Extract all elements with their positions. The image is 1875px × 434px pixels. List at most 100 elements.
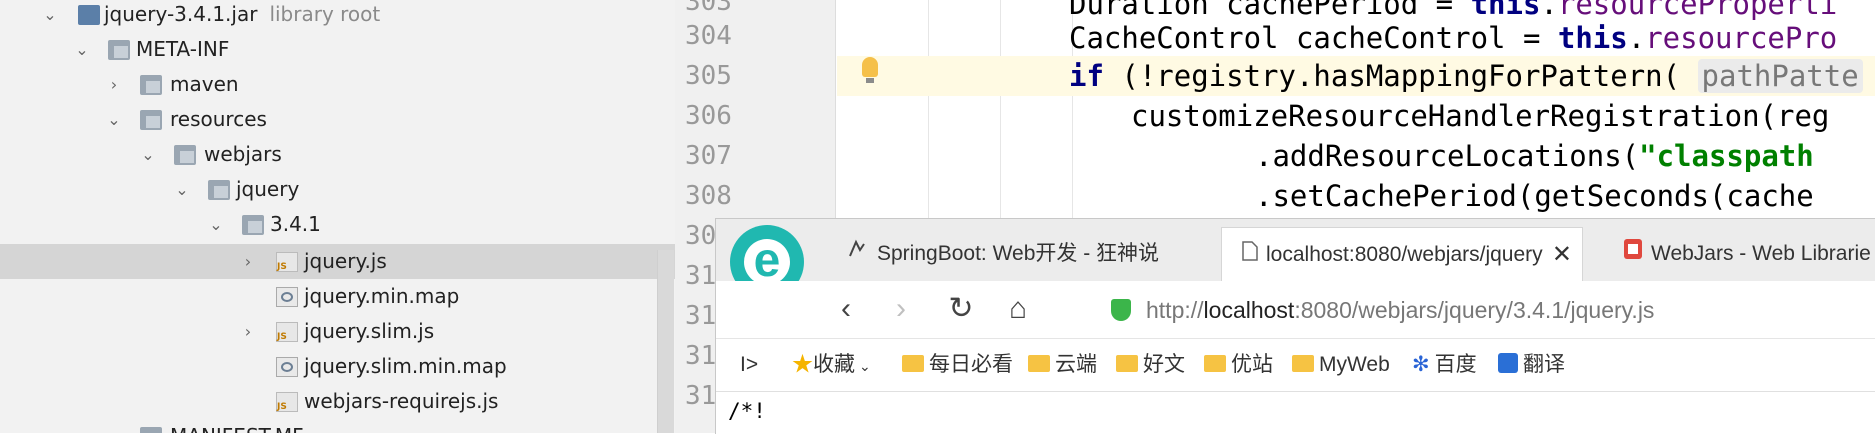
code-text: customizeResourceHandlerRegistration(reg [1131,99,1830,133]
tree-item-jquery-folder[interactable]: ⌄ jquery [0,172,675,207]
tab-webjars[interactable]: WebJars - Web Librarie [1623,227,1875,281]
forward-button[interactable]: › [881,289,921,329]
chevron-right-icon[interactable]: › [238,244,258,279]
tree-item-label: 3.4.1 [270,212,321,236]
js-file-icon [276,322,298,342]
tree-item-label: jquery-3.4.1.jar [104,2,258,26]
url-host: localhost [1203,297,1295,323]
tree-item-label: MANIFEST.MF [170,419,304,433]
bookmark-label: 每日必看 [929,353,1013,376]
bookmark-label: 好文 [1143,353,1185,376]
tab-label: localhost:8080/webjars/jquery [1266,243,1543,266]
code-line[interactable]: CacheControl cacheControl = this.resourc… [837,18,1875,58]
code-text: . [1627,21,1646,55]
back-button[interactable]: ‹ [826,289,866,329]
folder-icon [1028,354,1050,372]
url-path: :8080/webjars/jquery/3.4.1/jquery.js [1294,297,1655,323]
tree-item-webjars-requirejs[interactable]: webjars-requirejs.js [0,384,675,419]
bookmark-label: 百度 [1434,353,1477,376]
chevron-down-icon: ⌄ [859,358,871,374]
translate-icon [1498,353,1518,374]
tree-item-jquery-slim-min-map[interactable]: jquery.slim.min.map [0,349,675,384]
tab-springboot[interactable]: SpringBoot: Web开发 - 狂神说 [847,227,1177,281]
chevron-right-icon[interactable]: › [238,314,258,349]
chevron-down-icon[interactable]: ⌄ [72,32,92,67]
folder-icon [140,110,162,130]
chevron-down-icon[interactable]: ⌄ [138,137,158,172]
parameter-hint: pathPatte [1697,59,1863,93]
url-prefix: http:// [1146,297,1204,323]
line-number: 307 [685,141,732,171]
chevron-down-icon[interactable]: ⌄ [40,0,60,32]
bookmark-item[interactable]: 翻译 [1498,339,1565,391]
project-tree: ⌄ jquery-3.4.1.jar library root ⌄ META-IN… [0,0,675,433]
line-number: 306 [685,101,732,131]
keyword: this [1557,21,1628,55]
tree-item-label: jquery.js [304,249,387,273]
tab-label: WebJars - Web Librarie [1651,242,1871,265]
code-line-current[interactable]: if (!registry.hasMappingForPattern( path… [837,56,1875,96]
chevron-down-icon[interactable]: ⌄ [206,207,226,242]
page-icon [1242,228,1258,281]
keyword: if [1069,59,1104,93]
tree-item-label: jquery.slim.js [304,319,435,343]
bookmark-item[interactable]: 好文 [1116,339,1185,391]
folder-icon [902,354,924,372]
tab-localhost[interactable]: localhost:8080/webjars/jquery ✕ [1221,227,1583,281]
string-literal: "classpath [1639,139,1814,173]
navigation-bar: ‹ › ↻ ⌂ http://localhost:8080/webjars/jq… [716,281,1875,339]
file-icon [140,427,162,433]
webjars-icon [1623,227,1643,281]
tree-item-jquery-js[interactable]: › jquery.js [0,244,675,279]
code-text: CacheControl cacheControl = [1069,21,1558,55]
tree-item-label: resources [170,107,267,131]
library-root-label: library root [269,2,381,26]
code-text: (!registry.hasMappingForPattern( [1103,59,1698,93]
code-line[interactable]: .addResourceLocations("classpath [837,136,1875,176]
tree-item-label: maven [170,72,239,96]
refresh-button[interactable]: ↻ [941,289,981,329]
folder-icon [108,40,130,60]
bookmark-item[interactable]: 云端 [1028,339,1097,391]
line-number: 308 [685,181,732,211]
chevron-down-icon[interactable]: ⌄ [104,102,124,137]
home-button[interactable]: ⌂ [998,289,1038,329]
tree-item-maven[interactable]: › maven [0,67,675,102]
folder-icon [140,75,162,95]
jar-icon [78,5,100,25]
tree-item-jquery-jar[interactable]: ⌄ jquery-3.4.1.jar library root [0,0,675,32]
address-bar[interactable]: http://localhost:8080/webjars/jquery/3.4… [1116,289,1875,331]
chevron-right-icon[interactable]: › [104,67,124,102]
browser-window: SpringBoot: Web开发 - 狂神说 localhost:8080/w… [715,218,1875,434]
tree-item-manifest[interactable]: MANIFEST.MF [0,419,675,433]
lightbulb-icon[interactable] [862,57,878,83]
bookmark-item[interactable]: ✻ 百度 [1412,339,1477,391]
bookmark-item[interactable]: 优站 [1204,339,1273,391]
star-icon: ★ [792,353,813,376]
js-file-icon [276,392,298,412]
tree-item-label: jquery [236,177,300,201]
tree-item-jquery-slim-js[interactable]: › jquery.slim.js [0,314,675,349]
chevron-down-icon[interactable]: ⌄ [172,172,192,207]
tree-item-webjars[interactable]: ⌄ webjars [0,137,675,172]
close-icon[interactable]: ✕ [1552,228,1572,281]
paw-icon: ✻ [1412,353,1430,376]
sidebar-toggle-button[interactable]: I> [740,339,758,391]
favorites-button[interactable]: ★收藏 ⌄ [792,339,871,391]
tree-item-version[interactable]: ⌄ 3.4.1 [0,207,675,242]
tree-item-resources[interactable]: ⌄ resources [0,102,675,137]
tree-item-meta-inf[interactable]: ⌄ META-INF [0,32,675,67]
bookmark-label: 优站 [1231,353,1273,376]
tree-item-label: webjars-requirejs.js [304,389,499,413]
tree-item-jquery-min-map[interactable]: jquery.min.map [0,279,675,314]
bookmark-item[interactable]: MyWeb [1292,339,1390,391]
bookmarks-bar: I> ★收藏 ⌄ 每日必看 云端 好文 优站 MyWeb ✻ 百度 翻译 [716,339,1875,392]
springboot-tab-icon [847,227,869,281]
code-line[interactable]: customizeResourceHandlerRegistration(reg [837,96,1875,136]
folder-icon [1116,354,1138,372]
js-file-icon [276,252,298,272]
code-line[interactable]: .setCachePeriod(getSeconds(cache [837,176,1875,216]
tree-scrollbar[interactable] [657,250,674,433]
folder-icon [1292,354,1314,372]
bookmark-item[interactable]: 每日必看 [902,339,1013,391]
